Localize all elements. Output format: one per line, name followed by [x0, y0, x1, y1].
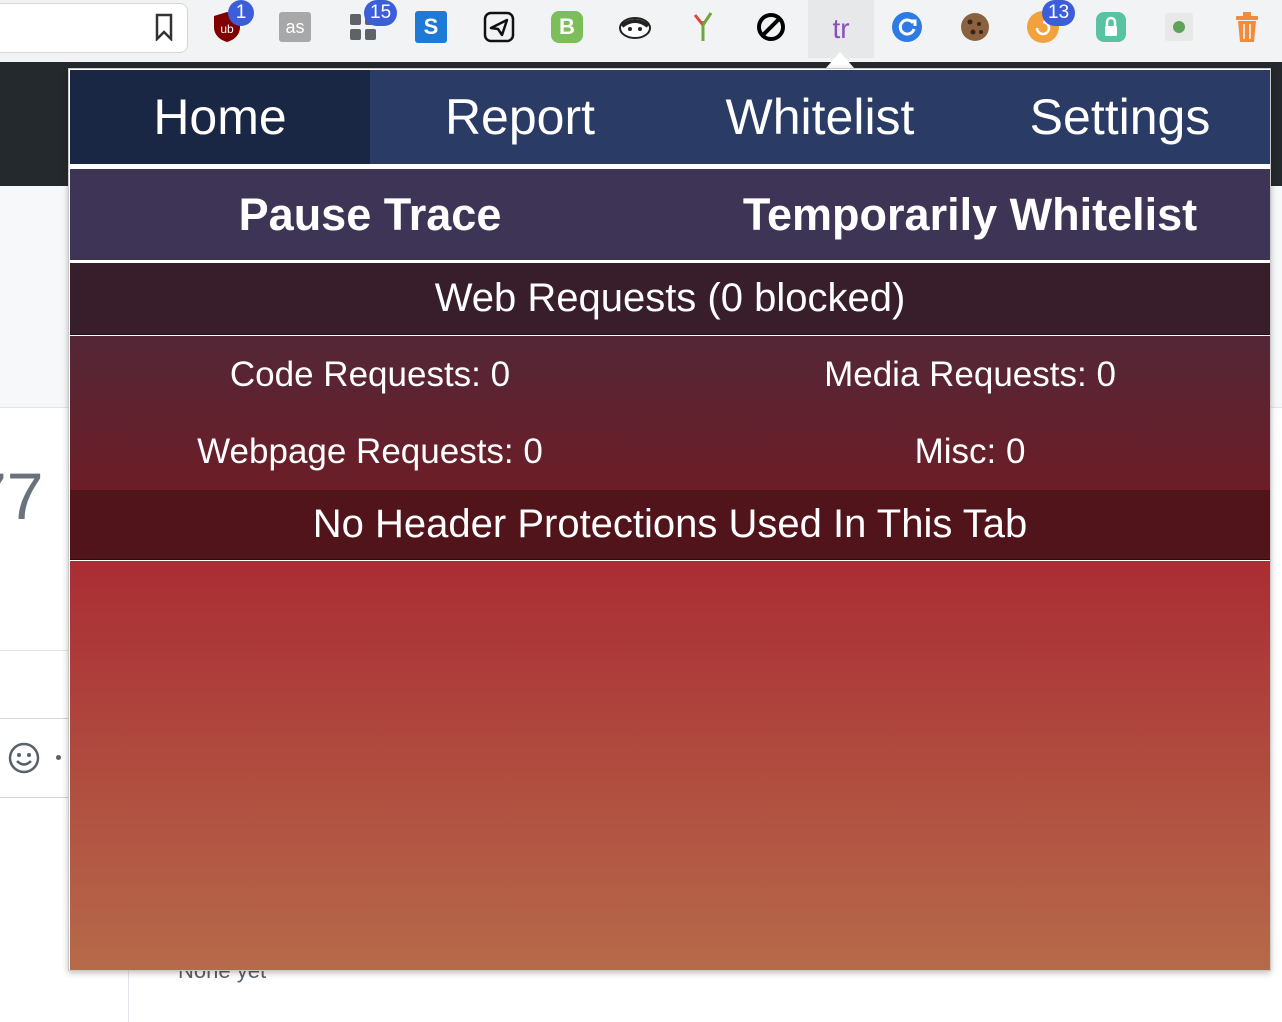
leaf-extension-icon[interactable] [686, 10, 720, 44]
s-extension-icon[interactable]: S [414, 10, 448, 44]
bookmark-icon[interactable] [155, 13, 173, 41]
lock-extension-icon[interactable] [1094, 10, 1128, 44]
refresh-extension-icon[interactable] [890, 10, 924, 44]
misc-requests-stat: Misc: 0 [914, 431, 1026, 471]
popup-nav: Home Report Whitelist Settings [70, 70, 1270, 164]
page-number-fragment: 77 [0, 459, 44, 533]
popup-caret [826, 52, 854, 68]
header-protections-status: No Header Protections Used In This Tab [70, 490, 1270, 560]
temporarily-whitelist-button[interactable]: Temporarily Whitelist [670, 169, 1270, 260]
lastpass-icon-label: as [279, 12, 311, 42]
tab-settings[interactable]: Settings [970, 70, 1270, 164]
request-stats: Code Requests: 0 Media Requests: 0 Webpa… [70, 336, 1270, 490]
block-icon[interactable] [754, 10, 788, 44]
b-extension-icon[interactable]: B [550, 10, 584, 44]
cookie-icon[interactable] [958, 10, 992, 44]
browser-toolbar: ub 1 as 15 S B tr 13 [0, 0, 1282, 62]
popup-actions: Pause Trace Temporarily Whitelist [70, 169, 1270, 260]
trace-icon-label: tr [832, 13, 850, 44]
tab-home[interactable]: Home [70, 70, 370, 164]
s-extension-label: S [415, 11, 447, 43]
code-requests-stat: Code Requests: 0 [229, 354, 511, 394]
privacy-badger-icon[interactable] [618, 10, 652, 44]
honey-badge: 13 [1042, 0, 1076, 26]
pause-trace-button[interactable]: Pause Trace [70, 169, 670, 260]
grid-apps-icon[interactable]: 15 [346, 0, 398, 44]
trash-extension-icon[interactable] [1230, 10, 1264, 44]
trace-icon[interactable]: tr [808, 0, 874, 58]
b-extension-label: B [551, 11, 583, 43]
smiley-icon[interactable] [8, 742, 40, 774]
web-requests-header: Web Requests (0 blocked) [70, 263, 1270, 335]
more-dot-icon [56, 755, 61, 760]
grid-apps-badge: 15 [364, 0, 398, 26]
tab-whitelist[interactable]: Whitelist [670, 70, 970, 164]
ublock-badge: 1 [228, 0, 254, 26]
tab-report[interactable]: Report [370, 70, 670, 164]
ublock-icon[interactable]: ub 1 [210, 0, 254, 44]
honey-icon[interactable]: 13 [1026, 0, 1076, 44]
dot-extension-icon[interactable] [1162, 10, 1196, 44]
popup-gradient-area [70, 561, 1270, 970]
lastpass-icon[interactable]: as [278, 10, 312, 44]
svg-text:ub: ub [220, 22, 234, 36]
media-requests-stat: Media Requests: 0 [824, 354, 1116, 394]
telegram-send-icon[interactable] [482, 10, 516, 44]
webpage-requests-stat: Webpage Requests: 0 [197, 431, 543, 471]
trace-popup: Home Report Whitelist Settings Pause Tra… [68, 68, 1271, 971]
